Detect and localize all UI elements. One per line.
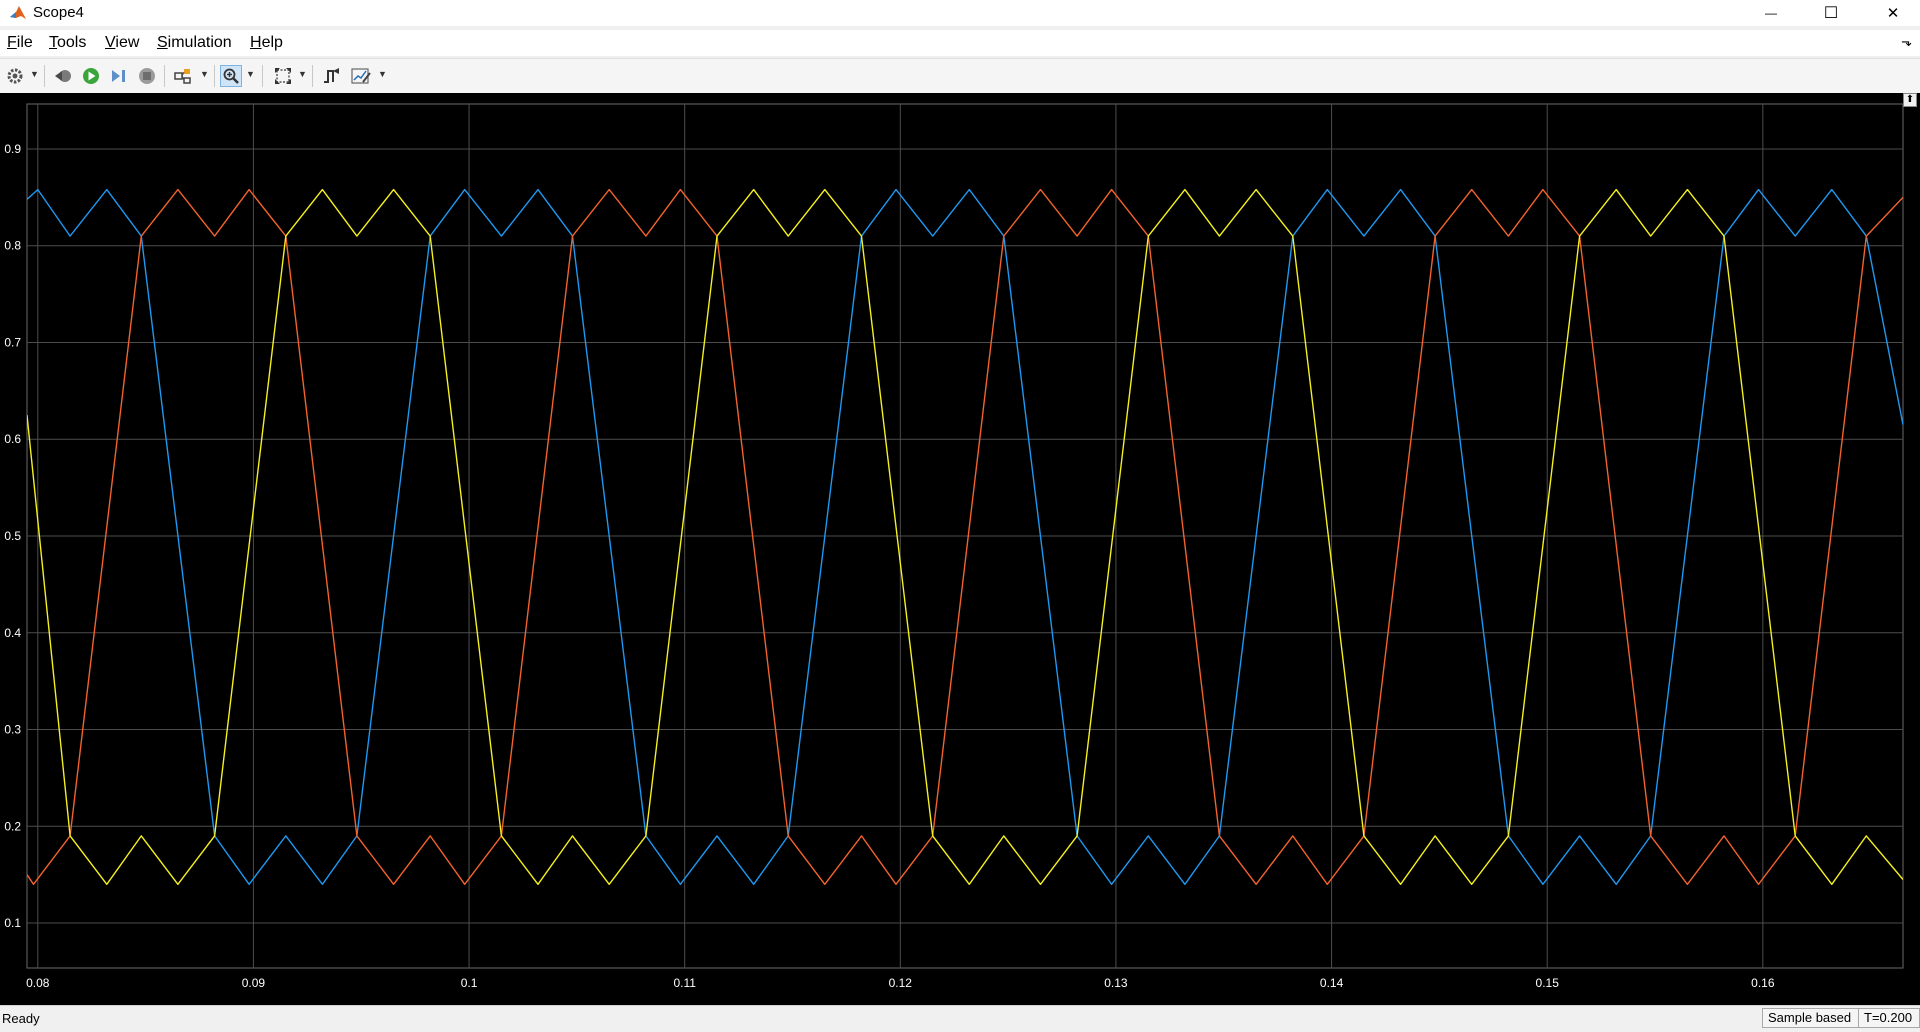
simulation-time: T=0.200	[1858, 1008, 1920, 1028]
step-back-icon[interactable]	[52, 65, 74, 87]
undock-arrow-icon[interactable]: ⬎	[1901, 34, 1912, 50]
menu-help[interactable]: Help	[250, 34, 283, 52]
menu-view[interactable]: View	[105, 34, 139, 52]
y-tick-label: 0.7	[4, 335, 21, 349]
menu-bar: File Tools View Simulation Help ⬎	[0, 30, 1920, 56]
y-tick-label: 0.8	[4, 239, 21, 253]
status-ready: Ready	[2, 1011, 40, 1026]
measurements-dropdown-arrow[interactable]: ▼	[378, 69, 387, 79]
y-tick-label: 0.6	[4, 432, 21, 446]
step-forward-icon[interactable]	[108, 65, 130, 87]
stop-icon[interactable]	[136, 65, 158, 87]
y-tick-label: 0.1	[4, 916, 21, 930]
toolbar-separator	[262, 65, 263, 87]
window-title: Scope4	[33, 4, 84, 21]
x-tick-label: 0.11	[673, 976, 696, 990]
menu-simulation[interactable]: Simulation	[157, 34, 232, 52]
yellow-trace	[27, 188, 1903, 885]
scale-axes-icon[interactable]	[272, 65, 294, 87]
x-tick-label: 0.13	[1104, 976, 1128, 990]
close-icon: ✕	[1886, 5, 1900, 22]
run-icon[interactable]	[80, 65, 102, 87]
toolbar-separator	[312, 65, 313, 87]
sample-mode-indicator: Sample based	[1762, 1008, 1862, 1028]
settings-gear-icon[interactable]	[4, 65, 26, 87]
scope-plot[interactable]: 0.08 0.09 0.1 0.11 0.12 0.13 0.14 0.15 0.16 0.1 0.…	[0, 93, 1920, 1005]
toolbar-separator	[164, 65, 165, 87]
maximize-button[interactable]: ☐	[1808, 0, 1854, 26]
blue-trace	[27, 188, 1903, 885]
status-bar: Ready Sample based T=0.200	[0, 1005, 1920, 1032]
y-tick-label: 0.4	[4, 626, 21, 640]
x-tick-label: 0.15	[1536, 976, 1560, 990]
toolbar-separator	[214, 65, 215, 87]
scope-display[interactable]: 0.08 0.09 0.1 0.11 0.12 0.13 0.14 0.15 0.16 0.1 0.…	[0, 93, 1920, 1005]
x-tick-label: 0.14	[1320, 976, 1344, 990]
zoom-in-icon[interactable]	[220, 65, 242, 87]
y-tick-label: 0.5	[4, 529, 21, 543]
minimize-button[interactable]: —	[1748, 0, 1794, 26]
restore-layout-button[interactable]: ⬆	[1903, 93, 1917, 107]
x-tick-label: 0.16	[1751, 976, 1775, 990]
menu-tools[interactable]: Tools	[49, 34, 86, 52]
x-tick-label: 0.09	[242, 976, 266, 990]
title-bar: Scope4 — ☐ ✕	[0, 0, 1920, 26]
orange-trace	[27, 188, 1903, 885]
maximize-icon: ☐	[1823, 5, 1839, 22]
highlight-simulink-block-icon[interactable]	[172, 65, 194, 87]
close-button[interactable]: ✕	[1870, 0, 1916, 26]
settings-dropdown-arrow[interactable]: ▼	[30, 69, 39, 79]
x-tick-label: 0.12	[889, 976, 913, 990]
menu-file[interactable]: File	[7, 34, 33, 52]
x-tick-label: 0.08	[26, 976, 50, 990]
y-tick-label: 0.2	[4, 819, 21, 833]
highlight-dropdown-arrow[interactable]: ▼	[200, 69, 209, 79]
measurements-icon[interactable]	[350, 65, 372, 87]
toolbar-separator	[44, 65, 45, 87]
triggers-icon[interactable]	[320, 65, 342, 87]
matlab-logo-icon	[9, 4, 27, 22]
y-tick-label: 0.9	[4, 142, 21, 156]
zoom-dropdown-arrow[interactable]: ▼	[246, 69, 255, 79]
minimize-icon: —	[1765, 6, 1777, 20]
scale-dropdown-arrow[interactable]: ▼	[298, 69, 307, 79]
x-tick-label: 0.1	[461, 976, 478, 990]
toolbar: ▼ ▼ ▼ ▼ ▼	[0, 58, 1920, 94]
y-tick-label: 0.3	[4, 723, 21, 737]
